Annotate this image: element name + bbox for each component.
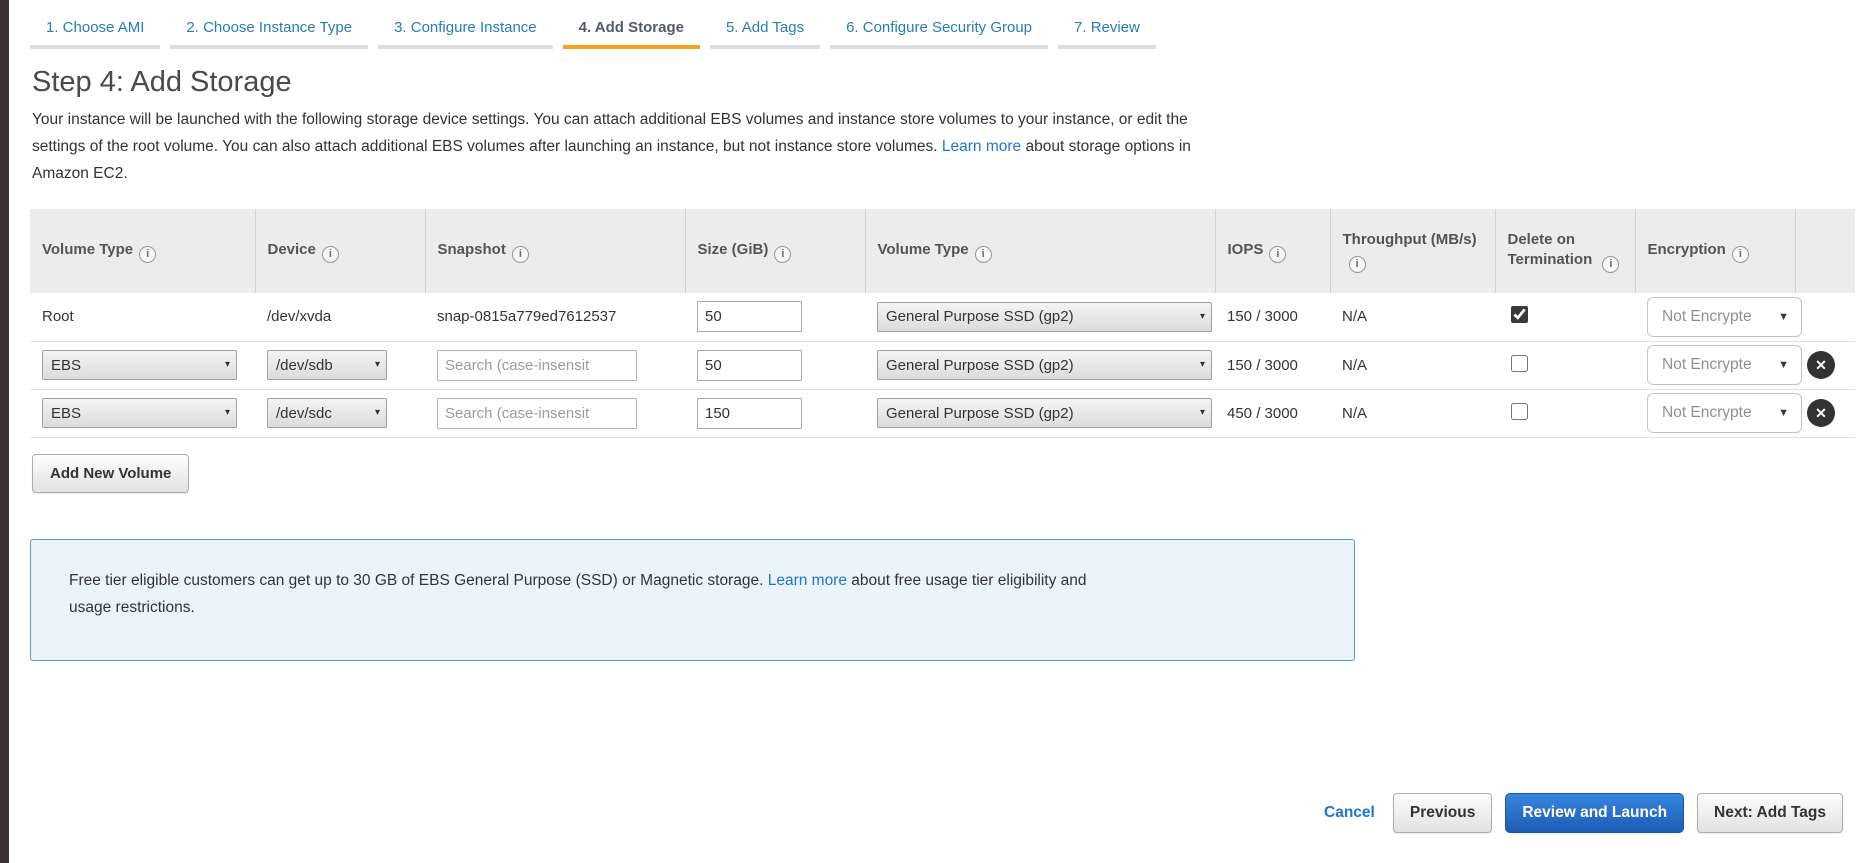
storage-volumes-table: Volume Type i Device i Snapshot i Size (GiB… [30, 209, 1855, 438]
iops-cell: 450 / 3000 [1215, 389, 1330, 438]
wizard-footer: Cancel Previous Review and Launch Next: … [1324, 793, 1843, 833]
column-header-device: Device i [254, 209, 425, 293]
volume-row-sdc: EBS ▾ /dev/sdc ▾ General Purpose SSD (gp… [30, 389, 1855, 438]
throughput-cell: N/A [1330, 341, 1495, 390]
collapsed-side-panel [0, 0, 9, 863]
review-and-launch-button[interactable]: Review and Launch [1505, 793, 1685, 833]
learn-more-free-tier-link[interactable]: Learn more [768, 572, 847, 589]
info-icon[interactable]: i [139, 245, 157, 263]
tab-underline [170, 45, 369, 49]
iops-cell: 150 / 3000 [1215, 293, 1330, 342]
encryption-dropdown[interactable]: Not Encrypte ▼ [1647, 345, 1802, 385]
info-icon[interactable]: i [1348, 255, 1366, 273]
throughput-cell: N/A [1330, 293, 1495, 342]
close-icon: ✕ [1815, 357, 1827, 373]
chevron-down-icon: ▼ [1778, 407, 1789, 419]
remove-volume-button[interactable]: ✕ [1807, 399, 1835, 427]
column-header-volume-type2: Volume Type i [864, 209, 1215, 293]
tab-review[interactable]: 7. Review [1058, 13, 1156, 49]
volume-type-select-wrap: General Purpose SSD (gp2) ▾ [877, 350, 1212, 380]
tab-choose-ami[interactable]: 1. Choose AMI [30, 13, 161, 49]
info-icon[interactable]: i [774, 245, 792, 263]
free-tier-notice: Free tier eligible customers can get up … [30, 538, 1355, 661]
page-title: Step 4: Add Storage [32, 66, 292, 98]
table-header-row: Volume Type i Device i Snapshot i Size (GiB… [30, 209, 1855, 293]
snapshot-search-input[interactable] [437, 349, 637, 381]
info-icon[interactable]: i [1602, 255, 1620, 273]
volume-type-cell: Root [30, 293, 255, 342]
volume-kind-select[interactable]: EBS [42, 350, 237, 380]
snapshot-search-input[interactable] [437, 397, 637, 429]
column-header-actions [1794, 209, 1855, 293]
info-icon[interactable]: i [1731, 245, 1749, 263]
volume-type-select[interactable]: General Purpose SSD (gp2) [877, 301, 1212, 332]
tab-choose-instance-type[interactable]: 2. Choose Instance Type [170, 13, 369, 49]
volume-row-root: Root /dev/xvda snap-0815a779ed7612537 Ge… [30, 293, 1855, 342]
device-select[interactable]: /dev/sdb [267, 350, 387, 380]
previous-button[interactable]: Previous [1392, 793, 1493, 833]
tab-add-tags[interactable]: 5. Add Tags [709, 13, 821, 49]
volume-row-sdb: EBS ▾ /dev/sdb ▾ General Purpose SSD (gp… [30, 341, 1855, 390]
tab-underline [830, 45, 1049, 49]
page-description: Your instance will be launched with the … [32, 111, 1191, 182]
volume-kind-select[interactable]: EBS [42, 398, 237, 428]
column-header-snapshot: Snapshot i [424, 209, 685, 293]
delete-on-termination-checkbox[interactable] [1511, 354, 1528, 372]
tab-underline-active [562, 45, 700, 49]
delete-on-termination-checkbox[interactable] [1511, 306, 1528, 324]
column-header-volume-type: Volume Type i [30, 209, 255, 293]
close-icon: ✕ [1815, 405, 1827, 421]
size-input[interactable] [697, 349, 802, 381]
device-select-wrap: /dev/sdc ▾ [267, 398, 387, 428]
column-header-encryption: Encryption i [1634, 209, 1795, 293]
volume-kind-select-wrap: EBS ▾ [42, 398, 237, 428]
next-add-tags-button[interactable]: Next: Add Tags [1697, 793, 1843, 833]
volume-type-select-wrap: General Purpose SSD (gp2) ▾ [877, 398, 1212, 428]
device-select-wrap: /dev/sdb ▾ [267, 350, 387, 380]
tab-add-storage[interactable]: 4. Add Storage [562, 13, 700, 49]
info-icon[interactable]: i [321, 245, 339, 263]
add-new-volume-button[interactable]: Add New Volume [32, 453, 190, 493]
column-header-delete-on-termination: Delete on Termination i [1494, 209, 1635, 293]
volume-kind-select-wrap: EBS ▾ [42, 350, 237, 380]
add-storage-page: 1. Choose AMI 2. Choose Instance Type 3.… [30, 0, 1859, 661]
encryption-dropdown[interactable]: Not Encrypte ▼ [1647, 393, 1802, 433]
column-header-size: Size (GiB) i [684, 209, 865, 293]
size-input[interactable] [697, 397, 802, 429]
volume-type-select-wrap: General Purpose SSD (gp2) ▾ [877, 301, 1212, 332]
info-icon[interactable]: i [974, 245, 992, 263]
volume-type-select[interactable]: General Purpose SSD (gp2) [877, 350, 1212, 380]
volume-type-select[interactable]: General Purpose SSD (gp2) [877, 398, 1212, 428]
device-select[interactable]: /dev/sdc [267, 398, 387, 428]
chevron-down-icon: ▼ [1778, 359, 1789, 371]
tab-underline [30, 45, 161, 49]
throughput-cell: N/A [1330, 389, 1495, 438]
info-icon[interactable]: i [511, 245, 529, 263]
remove-volume-button[interactable]: ✕ [1807, 351, 1835, 379]
encryption-dropdown[interactable]: Not Encrypte ▼ [1647, 296, 1802, 337]
cancel-link[interactable]: Cancel [1324, 804, 1375, 822]
chevron-down-icon: ▼ [1778, 310, 1789, 323]
column-header-iops: IOPS i [1214, 209, 1330, 293]
info-icon[interactable]: i [1269, 245, 1287, 263]
learn-more-storage-link[interactable]: Learn more [942, 138, 1021, 155]
tab-underline [378, 45, 553, 49]
size-input[interactable] [697, 301, 802, 333]
delete-on-termination-checkbox[interactable] [1511, 402, 1528, 420]
wizard-step-tabs: 1. Choose AMI 2. Choose Instance Type 3.… [30, 0, 1859, 49]
tab-underline [709, 45, 821, 49]
column-header-throughput: Throughput (MB/s)i [1329, 209, 1495, 293]
tab-configure-security-group[interactable]: 6. Configure Security Group [830, 13, 1049, 49]
tab-underline [1058, 45, 1156, 49]
tab-configure-instance[interactable]: 3. Configure Instance [378, 13, 553, 49]
snapshot-cell: snap-0815a779ed7612537 [425, 293, 685, 342]
device-cell: /dev/xvda [255, 293, 425, 342]
iops-cell: 150 / 3000 [1215, 341, 1330, 390]
